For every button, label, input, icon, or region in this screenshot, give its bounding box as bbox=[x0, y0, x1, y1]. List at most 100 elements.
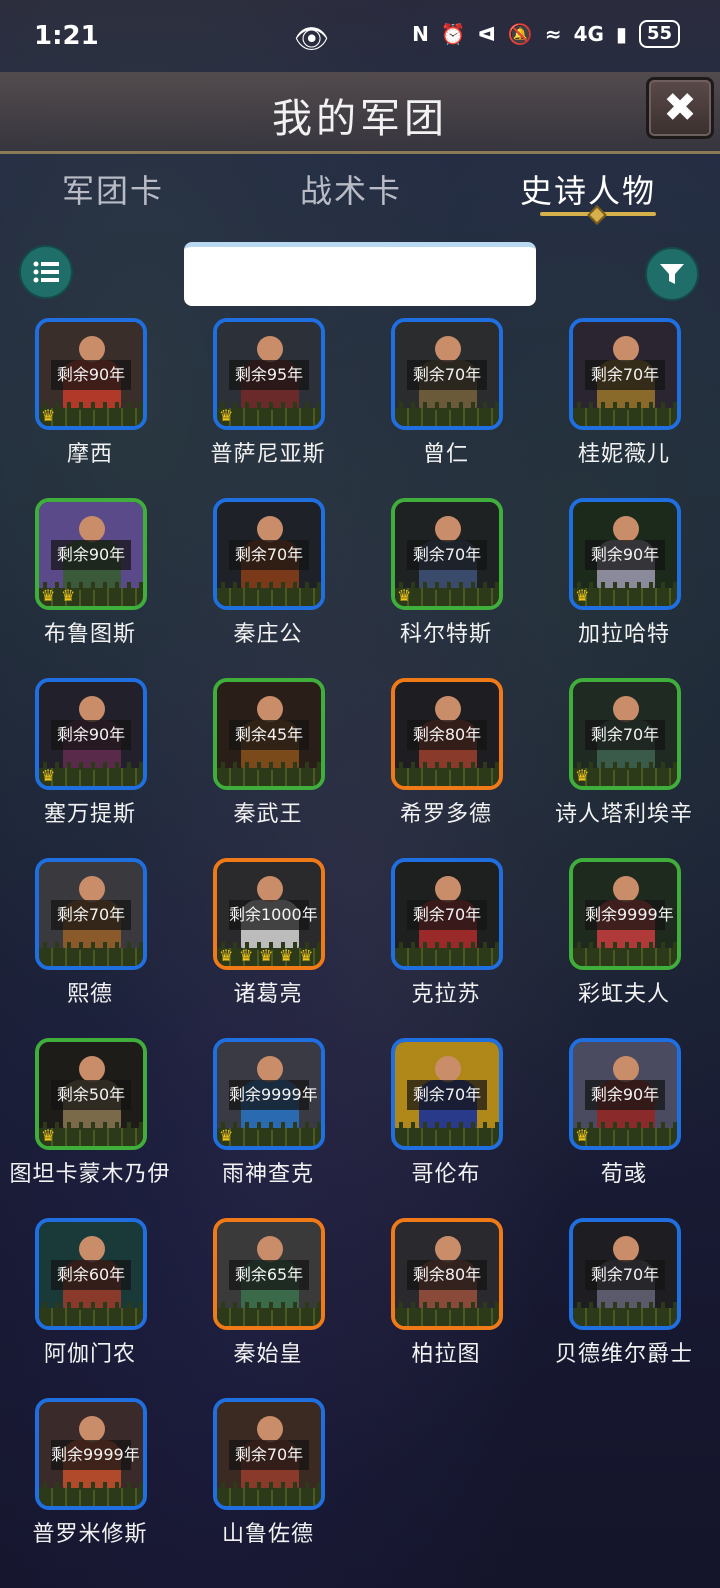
crown-strip: ♛ bbox=[573, 1122, 677, 1146]
character-name: 希罗多德 bbox=[399, 802, 492, 827]
crown-icon: ♛ bbox=[299, 946, 314, 965]
crown-strip bbox=[39, 942, 143, 966]
character-portrait: ♛ 剩余50年 bbox=[35, 1038, 147, 1150]
character-portrait: 剩余45年 bbox=[213, 678, 325, 790]
crown-strip bbox=[573, 1302, 677, 1326]
character-portrait: 剩余70年 bbox=[569, 318, 681, 430]
character-name: 贝德维尔爵士 bbox=[554, 1342, 693, 1367]
character-card[interactable]: 剩余70年贝德维尔爵士 bbox=[534, 1218, 714, 1398]
character-portrait: ♛ 剩余90年 bbox=[569, 1038, 681, 1150]
remaining-years-label: 剩余70年 bbox=[585, 720, 665, 750]
crown-strip: ♛ bbox=[39, 762, 143, 786]
battery-indicator: 55 bbox=[638, 20, 680, 48]
figure-head bbox=[257, 336, 283, 362]
character-card[interactable]: 剩余9999年 彩虹夫人 bbox=[534, 858, 714, 1038]
crown-strip bbox=[217, 1302, 321, 1326]
character-card[interactable]: ♛ 剩余90年 加拉哈特 bbox=[534, 498, 714, 678]
remaining-years-label: 剩余90年 bbox=[51, 720, 131, 750]
character-name: 秦始皇 bbox=[233, 1342, 303, 1367]
character-name: 桂妮薇儿 bbox=[577, 442, 670, 467]
character-card[interactable]: ♛ ♛ 剩余90年 布鲁图斯 bbox=[0, 498, 180, 678]
filter-button[interactable] bbox=[645, 247, 699, 301]
character-card[interactable]: 剩余65年秦始皇 bbox=[178, 1218, 358, 1398]
character-name: 诸葛亮 bbox=[233, 982, 303, 1007]
status-time: 1:21 bbox=[34, 21, 99, 51]
character-card[interactable]: 剩余70年 克拉苏 bbox=[356, 858, 536, 1038]
status-icons: N ⏰ ᐊ 🔕 ≈ 4G ▮ 55 bbox=[412, 20, 680, 48]
character-portrait: 剩余70年 bbox=[391, 318, 503, 430]
character-portrait: ♛ 剩余70年 bbox=[569, 678, 681, 790]
character-portrait: ♛ 剩余95年 bbox=[213, 318, 325, 430]
tab-legion-cards[interactable]: 军团卡 bbox=[62, 166, 164, 212]
remaining-years-label: 剩余95年 bbox=[229, 360, 309, 390]
crown-strip bbox=[217, 582, 321, 606]
character-card[interactable]: ♛ 剩余70年 科尔特斯 bbox=[356, 498, 536, 678]
crown-strip bbox=[217, 1482, 321, 1506]
character-card[interactable]: ♛ 剩余70年诗人塔利埃辛 bbox=[534, 678, 714, 858]
remaining-years-label: 剩余70年 bbox=[585, 1260, 665, 1290]
character-card[interactable]: 剩余70年 曾仁 bbox=[356, 318, 536, 498]
character-card[interactable]: 剩余9999年 普罗米修斯 bbox=[0, 1398, 180, 1578]
tab-epic-characters[interactable]: 史诗人物 bbox=[520, 166, 656, 212]
character-name: 荀彧 bbox=[600, 1162, 647, 1187]
close-icon: ✖ bbox=[663, 85, 697, 131]
figure-head bbox=[79, 336, 105, 362]
remaining-years-label: 剩余90年 bbox=[585, 540, 665, 570]
remaining-years-label: 剩余45年 bbox=[229, 720, 309, 750]
character-card[interactable]: 剩余70年 秦庄公 bbox=[178, 498, 358, 678]
character-card[interactable]: ♛ 剩余90年荀彧 bbox=[534, 1038, 714, 1218]
character-portrait: 剩余70年 bbox=[213, 1398, 325, 1510]
figure-head bbox=[257, 1416, 283, 1442]
character-name: 诗人塔利埃辛 bbox=[554, 802, 693, 827]
crown-icon: ♛ bbox=[219, 1126, 234, 1145]
crown-icon: ♛ bbox=[41, 1126, 56, 1145]
character-card[interactable]: 剩余80年希罗多德 bbox=[356, 678, 536, 858]
list-view-button[interactable] bbox=[19, 245, 73, 299]
figure-head bbox=[257, 1236, 283, 1262]
character-card[interactable]: 剩余80年 柏拉图 bbox=[356, 1218, 536, 1398]
remaining-years-label: 剩余50年 bbox=[51, 1080, 131, 1110]
character-card[interactable]: 剩余45年秦武王 bbox=[178, 678, 358, 858]
crown-icon: ♛ bbox=[61, 586, 76, 605]
character-card[interactable]: ♛ 剩余90年 塞万提斯 bbox=[0, 678, 180, 858]
character-card[interactable]: ♛ 剩余90年 摩西 bbox=[0, 318, 180, 498]
character-card[interactable]: 剩余70年桂妮薇儿 bbox=[534, 318, 714, 498]
character-card[interactable]: 剩余70年 熙德 bbox=[0, 858, 180, 1038]
character-card[interactable]: ♛ 剩余50年 图坦卡蒙木乃伊 bbox=[0, 1038, 180, 1218]
crown-strip bbox=[395, 402, 499, 426]
character-name: 普罗米修斯 bbox=[32, 1522, 148, 1547]
crown-icon: ♛ bbox=[279, 946, 294, 965]
figure-head bbox=[79, 876, 105, 902]
tab-tactic-cards[interactable]: 战术卡 bbox=[300, 166, 402, 212]
figure-head bbox=[79, 516, 105, 542]
remaining-years-label: 剩余80年 bbox=[407, 720, 487, 750]
crown-strip bbox=[573, 402, 677, 426]
character-card[interactable]: ♛ 剩余95年 普萨尼亚斯 bbox=[178, 318, 358, 498]
character-portrait: 剩余70年 bbox=[569, 1218, 681, 1330]
character-portrait: 剩余70年 bbox=[391, 1038, 503, 1150]
alarm-icon: ⏰ bbox=[440, 22, 466, 46]
character-portrait: ♛ 剩余70年 bbox=[391, 498, 503, 610]
crown-strip bbox=[573, 942, 677, 966]
figure-head bbox=[79, 696, 105, 722]
search-input[interactable] bbox=[198, 247, 522, 306]
remaining-years-label: 剩余90年 bbox=[51, 360, 131, 390]
character-name: 秦武王 bbox=[233, 802, 303, 827]
remaining-years-label: 剩余65年 bbox=[229, 1260, 309, 1290]
character-name: 布鲁图斯 bbox=[43, 622, 136, 647]
figure-head bbox=[435, 336, 461, 362]
figure-head bbox=[613, 1056, 639, 1082]
crown-icon: ♛ bbox=[239, 946, 254, 965]
character-card[interactable]: ♛ ♛ ♛ ♛ ♛ 剩余1000年 诸葛亮 bbox=[178, 858, 358, 1038]
figure-head bbox=[613, 516, 639, 542]
close-button[interactable]: ✖ bbox=[646, 77, 714, 139]
page-title: 我的军团 bbox=[272, 96, 448, 142]
crown-strip bbox=[39, 1482, 143, 1506]
character-portrait: 剩余80年 bbox=[391, 1218, 503, 1330]
character-card[interactable]: ♛ 剩余9999年 雨神查克 bbox=[178, 1038, 358, 1218]
figure-head bbox=[79, 1056, 105, 1082]
character-card[interactable]: 剩余70年 哥伦布 bbox=[356, 1038, 536, 1218]
figure-head bbox=[613, 336, 639, 362]
character-card[interactable]: 剩余70年 山鲁佐德 bbox=[178, 1398, 358, 1578]
character-card[interactable]: 剩余60年 阿伽门农 bbox=[0, 1218, 180, 1398]
